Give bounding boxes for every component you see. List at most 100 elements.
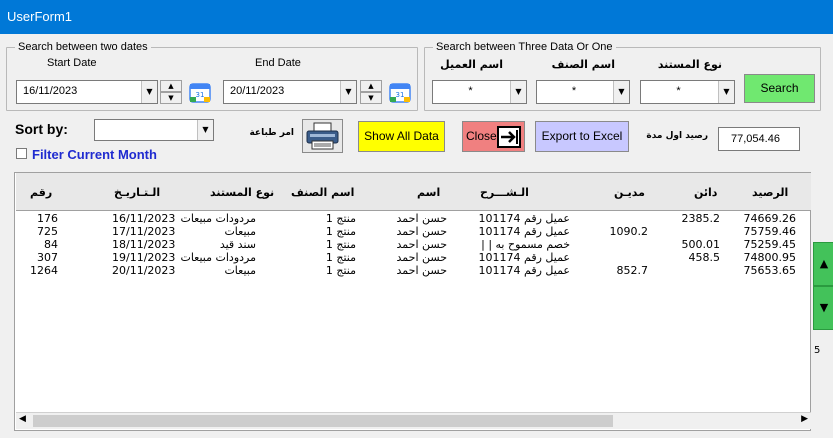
header-item: اسم الصنف [291,186,355,199]
sort-combo[interactable]: ▼ [94,119,214,141]
cell-item: منتج 1 [325,264,356,277]
start-date-value: 16/11/2023 [23,85,78,97]
filter-month-label: Filter Current Month [32,147,157,162]
cell-debit: 852.7 [616,264,649,277]
scroll-up-button[interactable]: ▲ [813,242,833,286]
spin-up-icon[interactable]: ▲ [360,80,382,92]
cell-debit: 1090.2 [609,225,649,238]
cell-name: حسن احمد [396,238,447,251]
cell-date: 16/11/2023 [112,212,176,225]
transactions-grid[interactable]: الرصيد دائن مديـن الـشـــرح اسم اسم الصن… [14,172,811,431]
table-row[interactable]: 75759.46 1090.2 عميل رقم 101174 حسن احمد… [15,225,810,238]
cell-doc-type: مبيعات [224,264,256,277]
data-group-legend: Search between Three Data Or One [436,41,613,53]
cell-item: منتج 1 [325,212,356,225]
export-excel-button[interactable]: Export to Excel [535,121,629,152]
header-debit: مديـن [614,186,645,199]
header-doc-type: نوع المستند [210,186,275,199]
close-button[interactable]: Close [462,121,525,152]
cell-balance: 74800.95 [743,251,797,264]
printer-icon[interactable] [302,119,343,153]
cell-number: 176 [37,212,58,225]
cell-item: منتج 1 [325,225,356,238]
cell-balance: 75759.46 [743,225,797,238]
cell-balance: 75259.45 [743,238,797,251]
table-row[interactable]: 75653.65 852.7 عميل رقم 101174 حسن احمد … [15,264,810,277]
date-group-legend: Search between two dates [18,41,148,53]
cell-item: منتج 1 [325,251,356,264]
table-row[interactable]: 75259.45 500.01 خصم مسموح به | | حسن احم… [15,238,810,251]
filter-month-checkbox[interactable] [16,148,27,159]
customer-combo[interactable]: * ▼ [432,80,527,104]
cell-credit: 458.5 [688,251,721,264]
cell-balance: 74669.26 [743,212,797,225]
cell-doc-type: مردودات مبيعات [180,212,256,225]
start-date-spinner[interactable]: ▲ ▼ [160,80,182,104]
cell-description: عميل رقم 101174 [478,225,570,238]
item-value: * [571,85,577,97]
spin-down-icon[interactable]: ▼ [360,92,382,104]
chevron-down-icon[interactable]: ▼ [340,81,356,103]
doc-type-label: نوع المستند [657,58,722,71]
chevron-down-icon[interactable]: ▼ [718,81,734,103]
end-date-spinner[interactable]: ▲ ▼ [360,80,382,104]
search-button[interactable]: Search [744,74,815,103]
cell-number: 84 [44,238,58,251]
header-credit: دائن [694,186,718,199]
header-name: اسم [417,186,441,199]
calendar-icon[interactable]: 31 [389,81,411,103]
chevron-down-icon[interactable]: ▼ [613,81,629,103]
show-all-data-button[interactable]: Show All Data [358,121,445,152]
cell-description: عميل رقم 101174 [478,212,570,225]
table-row[interactable]: 74800.95 458.5 عميل رقم 101174 حسن احمد … [15,251,810,264]
close-button-label: Close [466,129,497,143]
scroll-left-icon[interactable]: ◀ [19,414,26,424]
item-label: اسم الصنف [551,58,615,71]
cell-credit: 2385.2 [681,212,721,225]
cell-name: حسن احمد [396,251,447,264]
cell-number: 307 [37,251,58,264]
cell-description: عميل رقم 101174 [478,264,570,277]
triangle-down-icon: ▼ [819,301,829,314]
sort-label: Sort by: [15,121,68,137]
horizontal-scrollbar[interactable]: ◀ ▶ [16,412,811,429]
cell-doc-type: مردودات مبيعات [180,251,256,264]
cell-credit: 500.01 [681,238,721,251]
doc-type-combo[interactable]: * ▼ [640,80,735,104]
cell-date: 20/11/2023 [112,264,176,277]
opening-balance-value: 77,054.46 [731,133,780,145]
cell-name: حسن احمد [396,225,447,238]
customer-label: اسم العميل [440,58,503,71]
scroll-thumb[interactable] [33,415,613,427]
spin-up-icon[interactable]: ▲ [160,80,182,92]
header-balance: الرصيد [752,186,789,199]
cell-name: حسن احمد [396,264,447,277]
end-date-value: 20/11/2023 [230,85,285,97]
scroll-down-button[interactable]: ▼ [813,286,833,330]
cell-number: 1264 [30,264,58,277]
spin-down-icon[interactable]: ▼ [160,92,182,104]
chevron-down-icon[interactable]: ▼ [141,81,157,103]
header-number: رقم [30,186,53,199]
opening-balance-field[interactable]: 77,054.46 [718,127,800,151]
chevron-down-icon[interactable]: ▼ [197,120,213,140]
opening-balance-label: رصيد اول مدة [646,131,708,141]
end-date-label: End Date [255,57,301,69]
cell-description: خصم مسموح به | | [481,238,570,251]
cell-balance: 75653.65 [743,264,797,277]
scroll-right-icon[interactable]: ▶ [801,414,808,424]
header-date: الـتـاريـخ [114,186,161,199]
chevron-down-icon[interactable]: ▼ [510,81,526,103]
side-fragment: 5 [814,345,821,356]
svg-text:31: 31 [396,91,405,99]
start-date-combo[interactable]: 16/11/2023 ▼ [16,80,158,104]
item-combo[interactable]: * ▼ [536,80,630,104]
table-row[interactable]: 74669.26 2385.2 عميل رقم 101174 حسن احمد… [15,212,810,225]
end-date-combo[interactable]: 20/11/2023 ▼ [223,80,357,104]
calendar-icon[interactable]: 31 [189,81,211,103]
header-description: الـشـــرح [480,186,529,199]
cell-description: عميل رقم 101174 [478,251,570,264]
window-title: UserForm1 [0,0,833,34]
cell-number: 725 [37,225,58,238]
print-label: امر طباعة [249,128,294,138]
